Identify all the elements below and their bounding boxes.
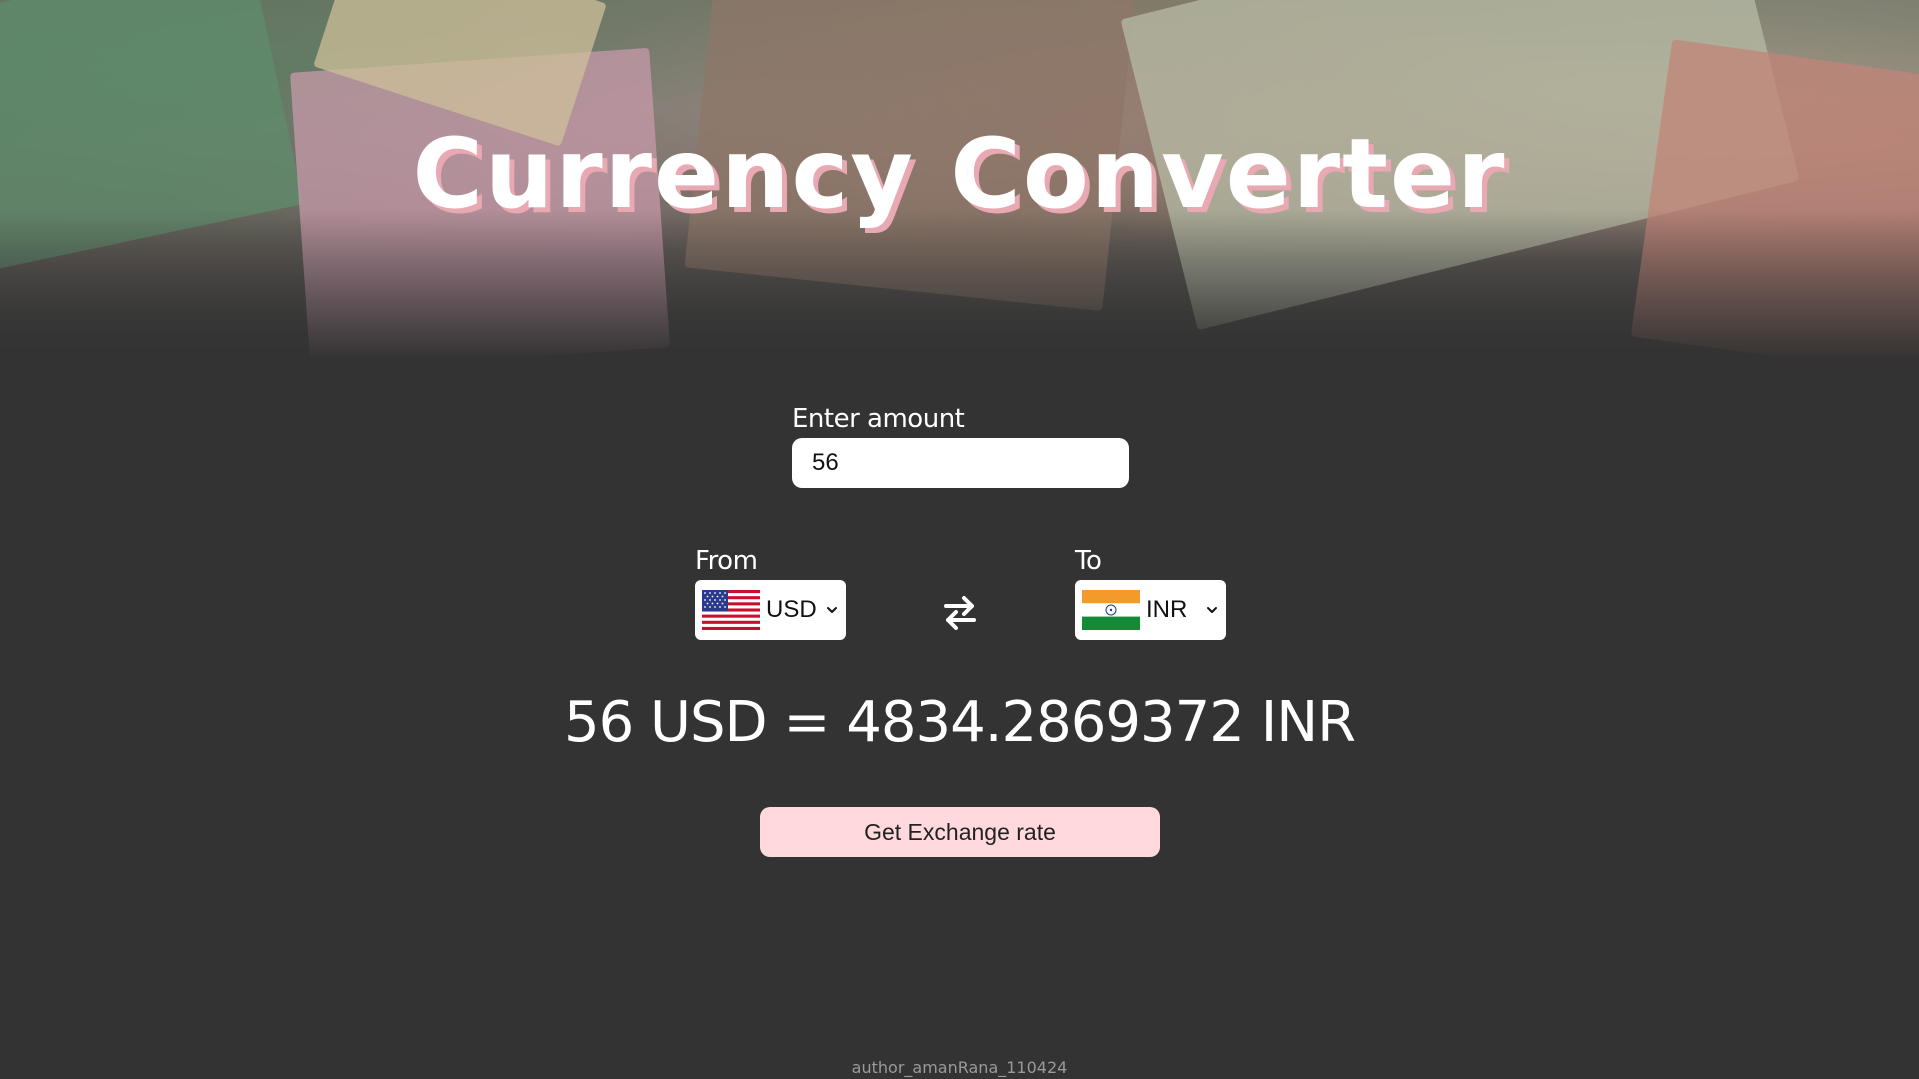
amount-input[interactable]: [792, 438, 1129, 488]
conversion-result: 56 USD = 4834.2869372 INR: [563, 690, 1356, 755]
from-label: From: [695, 546, 758, 576]
from-currency-select[interactable]: USD: [695, 580, 846, 640]
swap-arrows-icon[interactable]: [942, 593, 978, 633]
amount-group: Enter amount: [792, 404, 1129, 488]
india-flag-icon: [1082, 590, 1140, 630]
author-footer: author_amanRana_110424: [851, 1058, 1068, 1077]
page-title: Currency Converter: [412, 118, 1507, 230]
chevron-down-icon: [827, 607, 837, 613]
hero-fade: [0, 210, 1919, 360]
to-label: To: [1075, 546, 1102, 576]
us-flag-icon: [702, 590, 760, 630]
hero-banner: Currency Converter: [0, 0, 1919, 360]
get-exchange-rate-button[interactable]: Get Exchange rate: [760, 807, 1160, 857]
to-currency-value: INR: [1146, 596, 1188, 623]
from-currency-group: From USD: [695, 546, 846, 640]
to-currency-group: To INR: [1075, 546, 1226, 640]
chevron-down-icon: [1207, 607, 1217, 613]
amount-label: Enter amount: [792, 404, 965, 434]
to-currency-select[interactable]: INR: [1075, 580, 1226, 640]
from-currency-value: USD: [766, 596, 817, 623]
